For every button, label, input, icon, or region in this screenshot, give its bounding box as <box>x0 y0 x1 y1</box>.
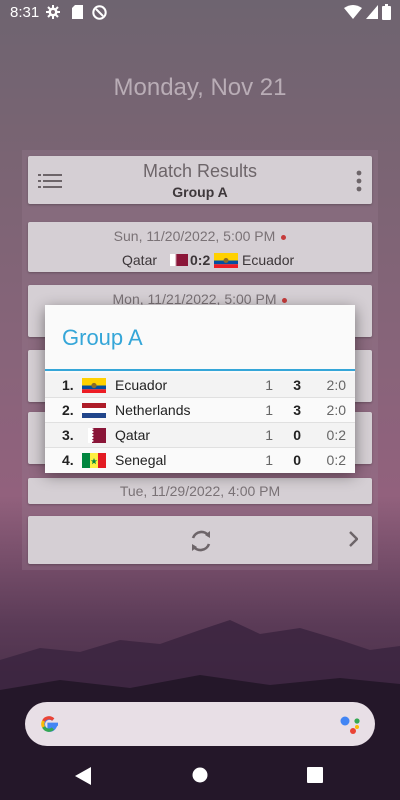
group-standings-dialog: Group A 1. Ecuador 1 3 2:0 2. Netherland… <box>45 305 355 473</box>
battery-icon <box>382 4 391 20</box>
back-icon[interactable] <box>75 767 91 785</box>
team-name: Qatar <box>115 427 151 443</box>
rank: 4. <box>62 452 74 468</box>
home-team: Qatar <box>122 252 158 268</box>
ecuador-flag-icon <box>214 253 238 268</box>
match-card[interactable]: Sun, 11/20/2022, 5:00 PM Qatar 0:2 Ecuad… <box>28 222 372 272</box>
match-datetime: Tue, 11/29/2022, 4:00 PM <box>119 483 281 499</box>
assistant-icon[interactable] <box>339 714 361 736</box>
more-vert-icon[interactable] <box>356 170 362 192</box>
goal-score: 2:0 <box>326 377 346 393</box>
dialog-title: Group A <box>62 325 143 350</box>
match-card[interactable]: Tue, 11/29/2022, 4:00 PM <box>28 478 372 504</box>
sd-card-icon <box>72 5 83 19</box>
rank: 3. <box>62 427 74 443</box>
google-icon <box>41 716 58 732</box>
gear-icon <box>46 5 60 19</box>
qatar-flag-icon <box>88 428 106 443</box>
status-bar: 8:31 <box>0 0 400 26</box>
widget-header: Match Results Group A <box>28 156 372 204</box>
match-datetime: Sun, 11/20/2022, 5:00 PM <box>113 228 276 244</box>
home-icon[interactable] <box>192 767 208 783</box>
points: 0 <box>293 452 301 468</box>
dialog-divider <box>45 369 355 371</box>
table-row[interactable]: 2. Netherlands 1 3 2:0 <box>45 398 355 423</box>
netherlands-flag-icon <box>82 403 106 418</box>
signal-icon <box>366 5 378 19</box>
navigation-bar <box>0 752 400 800</box>
goal-score: 0:2 <box>326 452 346 468</box>
goal-score: 2:0 <box>326 402 346 418</box>
rank: 2. <box>62 402 74 418</box>
status-time: 8:31 <box>10 4 40 21</box>
widget-subtitle: Group A <box>172 184 228 200</box>
away-team: Ecuador <box>242 252 295 268</box>
live-dot <box>281 234 287 240</box>
chevron-right-icon[interactable] <box>348 531 358 547</box>
widget-footer <box>28 516 372 564</box>
wifi-icon <box>344 5 362 19</box>
matches-played: 1 <box>265 427 273 443</box>
standings-table: 1. Ecuador 1 3 2:0 2. Netherlands 1 3 2:… <box>45 373 355 473</box>
vpn-key-icon <box>92 5 107 20</box>
ecuador-flag-icon <box>82 378 106 393</box>
points: 0 <box>293 427 301 443</box>
team-name: Netherlands <box>115 402 191 418</box>
team-name: Senegal <box>115 452 167 468</box>
rank: 1. <box>62 377 74 393</box>
matches-played: 1 <box>265 402 273 418</box>
table-row[interactable]: 3. Qatar 1 0 0:2 <box>45 423 355 448</box>
match-score: 0:2 <box>190 252 211 268</box>
recents-icon[interactable] <box>307 767 323 783</box>
team-name: Ecuador <box>115 377 168 393</box>
widget-title: Match Results <box>142 161 258 181</box>
qatar-flag-icon <box>170 254 188 266</box>
date-label: Monday, Nov 21 <box>113 74 287 101</box>
matches-played: 1 <box>265 377 273 393</box>
refresh-icon[interactable] <box>188 528 214 554</box>
senegal-flag-icon <box>82 453 106 468</box>
table-row[interactable]: 4. Senegal 1 0 0:2 <box>45 448 355 473</box>
table-row[interactable]: 1. Ecuador 1 3 2:0 <box>45 373 355 398</box>
points: 3 <box>293 402 301 418</box>
points: 3 <box>293 377 301 393</box>
google-search-bar[interactable] <box>25 702 375 746</box>
live-dot <box>282 297 288 303</box>
goal-score: 0:2 <box>326 427 346 443</box>
matches-played: 1 <box>265 452 273 468</box>
